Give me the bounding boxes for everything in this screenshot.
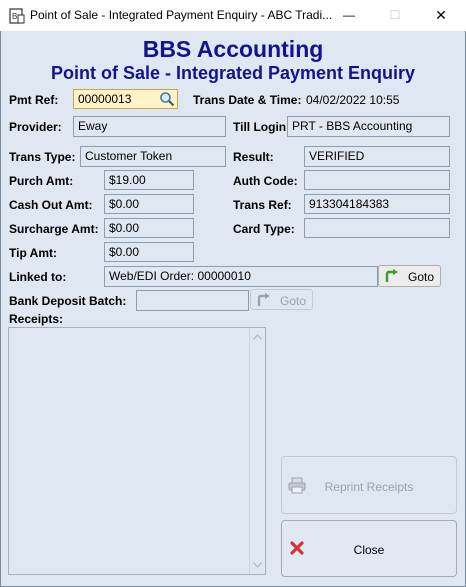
tip-field: $0.00 — [104, 242, 194, 262]
minimize-button[interactable]: — — [326, 0, 372, 31]
reprint-receipts-button: Reprint Receipts — [281, 456, 457, 514]
till-login-label: Till Login: — [233, 120, 291, 134]
surcharge-field: $0.00 — [104, 218, 194, 238]
window-close-button[interactable]: ✕ — [418, 0, 464, 31]
company-title: BBS Accounting — [142, 36, 324, 62]
purch-amt-field: $19.00 — [104, 170, 194, 190]
goto-bank-deposit-button: Goto — [250, 289, 313, 310]
result-field: VERIFIED — [304, 146, 450, 167]
tip-label: Tip Amt: — [9, 246, 57, 260]
purch-amt-label: Purch Amt: — [9, 174, 74, 188]
receipts-list[interactable] — [8, 327, 266, 575]
close-button-label: Close — [353, 543, 385, 557]
goto-arrow-disabled-icon — [257, 293, 270, 306]
bank-deposit-field — [136, 290, 249, 311]
linked-to-field: Web/EDI Order: 00000010 — [104, 266, 378, 287]
trans-type-field: Customer Token — [80, 146, 226, 167]
result-label: Result: — [233, 150, 274, 164]
trans-ref-label: Trans Ref: — [233, 198, 292, 212]
pmt-ref-label: Pmt Ref: — [9, 93, 59, 107]
auth-code-field — [304, 170, 450, 190]
trans-datetime-value: 04/02/2022 10:55 — [306, 93, 400, 107]
window-titlebar: B Point of Sale - Integrated Payment Enq… — [0, 0, 466, 32]
linked-to-label: Linked to: — [9, 270, 67, 284]
pmt-ref-value: 00000013 — [78, 92, 132, 106]
close-button[interactable]: Close — [281, 520, 457, 577]
scroll-down-icon[interactable] — [253, 562, 262, 568]
surcharge-label: Surcharge Amt: — [9, 222, 99, 236]
goto-arrow-icon — [385, 269, 398, 282]
trans-datetime-label: Trans Date & Time: — [193, 93, 302, 107]
receipts-label: Receipts: — [9, 312, 64, 326]
cash-out-label: Cash Out Amt: — [9, 198, 93, 212]
provider-field: Eway — [73, 116, 226, 137]
card-type-label: Card Type: — [233, 222, 295, 236]
goto-linked-label: Goto — [408, 270, 435, 284]
app-icon: B — [9, 8, 25, 24]
search-icon[interactable] — [159, 91, 175, 107]
trans-ref-field: 913304184383 — [304, 194, 450, 214]
bank-deposit-label: Bank Deposit Batch: — [9, 294, 127, 308]
page-subtitle: Point of Sale - Integrated Payment Enqui… — [50, 63, 416, 83]
provider-label: Provider: — [9, 120, 62, 134]
svg-text:B: B — [12, 12, 17, 21]
maximize-button: ☐ — [389, 8, 401, 22]
auth-code-label: Auth Code: — [233, 174, 298, 188]
goto-linked-button[interactable]: Goto — [378, 265, 441, 287]
trans-type-label: Trans Type: — [9, 150, 76, 164]
receipts-scrollbar[interactable] — [249, 328, 265, 574]
pmt-ref-input[interactable]: 00000013 — [73, 89, 178, 109]
window-title: Point of Sale - Integrated Payment Enqui… — [30, 8, 333, 22]
goto-bank-deposit-label: Goto — [280, 294, 307, 308]
card-type-field — [304, 218, 450, 238]
cash-out-field: $0.00 — [104, 194, 194, 214]
scroll-up-icon[interactable] — [253, 334, 262, 340]
till-login-field: PRT - BBS Accounting — [287, 116, 450, 137]
reprint-receipts-label: Reprint Receipts — [324, 480, 414, 494]
